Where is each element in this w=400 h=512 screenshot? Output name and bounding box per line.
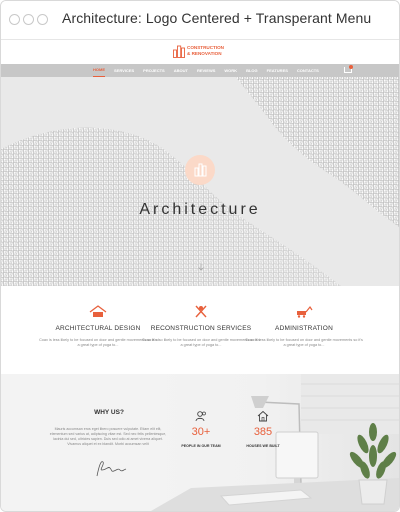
logo-building-icon [173,45,185,58]
site-header: CONSTRUCTION & RENOVATION [1,40,399,64]
window-maximize-button[interactable] [37,14,48,25]
why-us-title: WHY US? [94,409,124,416]
window-close-button[interactable] [9,14,20,25]
stat-team: 30+ PEOPLE IN OUR TEAM [176,410,226,448]
service-description: Coax is also likely to be focused on doo… [141,338,261,348]
stat-label: HOUSES WE BUILT [246,444,280,448]
menu-item-home[interactable]: HOME [93,64,105,77]
arrow-down-icon[interactable] [197,263,205,271]
stat-value: 385 [253,426,273,438]
why-us-text: Mauris accumsan eros eget libero posuere… [49,427,167,446]
service-card-administration: ADMINISTRATION Coax is less likely to be… [244,304,364,348]
window-minimize-button[interactable] [23,14,34,25]
browser-window: Architecture: Logo Centered + Transperan… [0,0,400,512]
logo-line-2: & RENOVATION [187,50,222,56]
stat-houses: 385 HOUSES WE BUILT [238,410,288,448]
window-title: Architecture: Logo Centered + Transperan… [62,10,372,26]
stat-value: 30+ [191,426,211,438]
menu-item-contacts[interactable]: CONTACTS [297,64,319,77]
service-card-reconstruction: RECONSTRUCTION SERVICES Coax is also lik… [141,304,261,348]
service-card-architectural: ARCHITECTURAL DESIGN Coax is less likely… [38,304,158,348]
menu-item-features[interactable]: FEATURES [267,64,288,77]
service-title: ARCHITECTURAL DESIGN [55,325,141,332]
service-description: Coax is less likely to be focused on doo… [245,338,363,348]
window-titlebar: Architecture: Logo Centered + Transperan… [1,1,399,40]
menu-item-work[interactable]: WORK [224,64,237,77]
people-icon [195,411,206,422]
menu-item-services[interactable]: SERVICES [114,64,134,77]
hero-building-badge [185,155,215,185]
service-description: Coax is less likely to be focused on doo… [39,338,157,348]
main-menu: HOME SERVICES PROJECTS ABOUT REVIEWS WOR… [1,64,399,77]
house-icon [89,305,107,317]
building-icon [194,163,207,177]
cart-badge [349,65,353,69]
service-title: ADMINISTRATION [275,325,333,332]
menu-item-blog[interactable]: BLOG [246,64,258,77]
home-icon [257,410,269,422]
hero-section: Architecture [1,77,399,286]
hero-title: Architecture [139,201,261,218]
services-section: ARCHITECTURAL DESIGN Coax is less likely… [1,286,399,374]
menu-item-about[interactable]: ABOUT [174,64,188,77]
tools-icon [195,305,207,318]
stat-label: PEOPLE IN OUR TEAM [181,444,221,448]
menu-items: HOME SERVICES PROJECTS ABOUT REVIEWS WOR… [93,64,328,77]
logo-text: CONSTRUCTION & RENOVATION [187,45,247,56]
menu-item-reviews[interactable]: REVIEWS [197,64,215,77]
menu-item-projects[interactable]: PROJECTS [143,64,165,77]
service-title: RECONSTRUCTION SERVICES [150,325,252,332]
signature-icon [96,461,127,477]
why-us-section: WHY US? Mauris accumsan eros eget libero… [1,374,399,511]
excavator-icon [297,305,313,318]
